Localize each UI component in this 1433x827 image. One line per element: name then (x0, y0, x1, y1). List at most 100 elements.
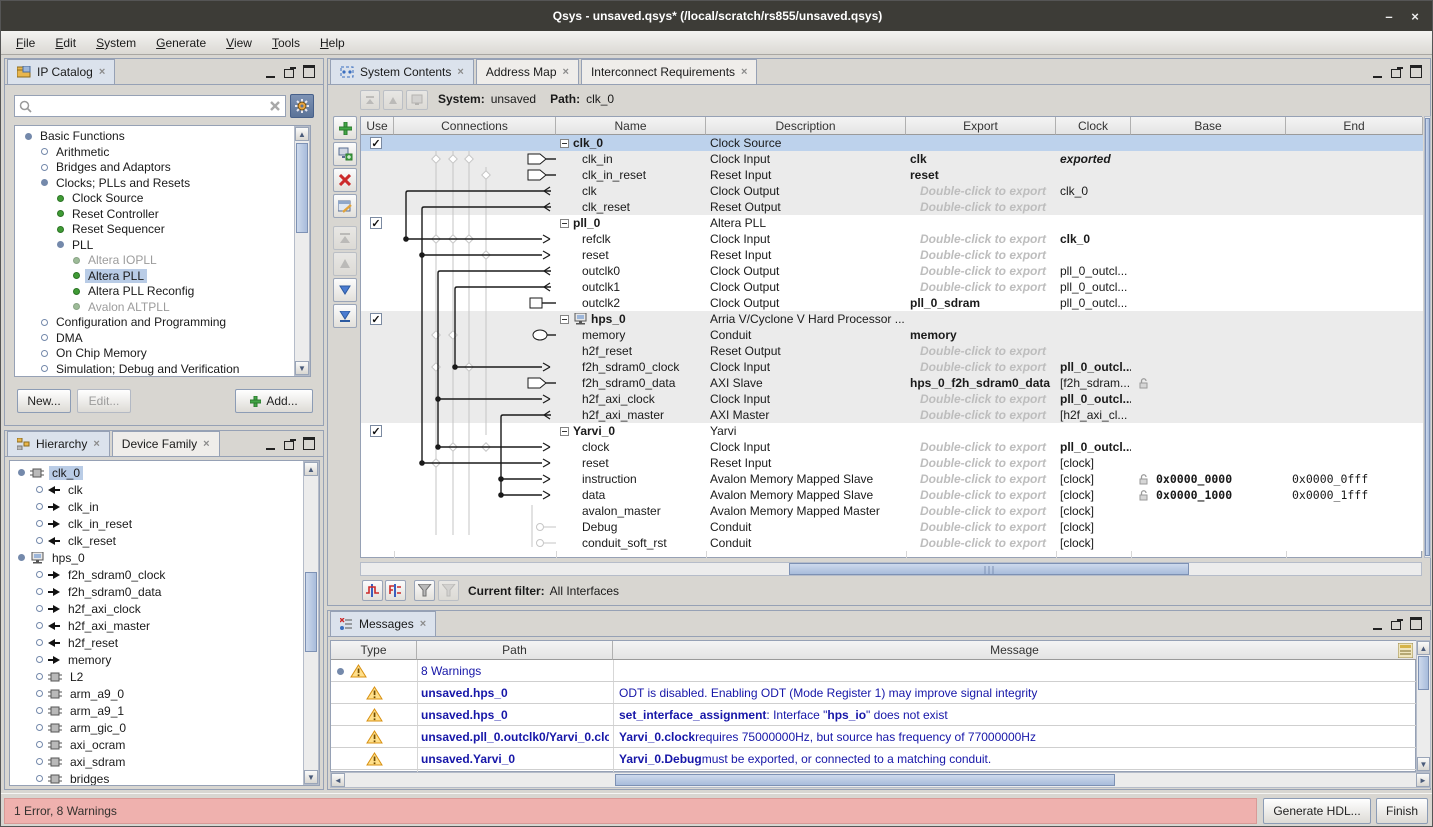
collapse-system-button[interactable] (360, 90, 380, 110)
base-cell[interactable] (1139, 151, 1286, 167)
ip-tree-item-pll[interactable]: PLL (17, 237, 293, 253)
collapse-icon[interactable] (560, 315, 569, 324)
panel-minimize-icon[interactable] (1372, 67, 1384, 78)
move-top-button[interactable] (333, 226, 357, 250)
message-row[interactable]: unsaved.hps_0set_interface_assignment: I… (331, 704, 1417, 726)
menu-help[interactable]: Help (311, 34, 354, 52)
tab-close-icon[interactable]: × (457, 66, 463, 78)
base-cell[interactable] (1139, 535, 1286, 551)
scroll-down-icon[interactable]: ▼ (295, 361, 309, 375)
scroll-up-icon[interactable]: ▲ (295, 127, 309, 141)
scroll-up-icon[interactable]: ▲ (304, 462, 318, 476)
clock-cell[interactable]: pll_0_outcl... (1060, 263, 1131, 279)
messages-hscrollbar[interactable]: ◄ ► (330, 772, 1431, 788)
base-cell[interactable] (1139, 279, 1286, 295)
ip-settings-button[interactable] (290, 94, 314, 118)
ip-tree-item-basic-functions[interactable]: Basic Functions (17, 128, 293, 144)
hierarchy-item-bridges[interactable]: bridges (14, 770, 302, 786)
clock-cell[interactable]: [clock] (1060, 487, 1131, 503)
base-cell[interactable] (1139, 423, 1286, 439)
ip-tree-item-configuration-and-programming[interactable]: Configuration and Programming (17, 314, 293, 330)
panel-maximize-icon[interactable] (1410, 619, 1422, 630)
base-cell[interactable] (1139, 503, 1286, 519)
tree-expander-icon[interactable] (36, 486, 43, 493)
clock-cell[interactable]: [clock] (1060, 455, 1131, 471)
export-cell[interactable]: reset (910, 167, 1056, 183)
export-cell[interactable]: Double-click to export (910, 503, 1056, 519)
clock-cell[interactable]: [clock] (1060, 471, 1131, 487)
panel-maximize-icon[interactable] (303, 439, 315, 450)
hierarchy-item-h2f_reset[interactable]: h2f_reset (14, 634, 302, 651)
base-cell[interactable] (1139, 311, 1286, 327)
clock-cell[interactable]: pll_0_outcl... (1060, 391, 1131, 407)
base-cell[interactable]: 0x0000_1000 (1139, 487, 1286, 503)
minimize-icon[interactable]: – (1378, 5, 1400, 27)
tab-close-icon[interactable]: × (420, 618, 426, 630)
tab-close-icon[interactable]: × (93, 438, 99, 450)
tab-device-family[interactable]: Device Family × (112, 431, 220, 456)
tab-address-map[interactable]: Address Map × (476, 59, 579, 84)
clock-cell[interactable] (1060, 199, 1131, 215)
panel-float-icon[interactable] (1391, 67, 1403, 78)
clock-cell[interactable] (1060, 135, 1131, 151)
base-cell[interactable] (1139, 407, 1286, 423)
clock-cell[interactable]: [clock] (1060, 519, 1131, 535)
ip-tree-scrollbar[interactable]: ▲ ▼ (294, 126, 310, 376)
ip-tree-item-avalon-altpll[interactable]: Avalon ALTPLL (17, 299, 293, 315)
tab-ip-catalog[interactable]: IP Catalog × (7, 59, 115, 84)
new-button[interactable]: New... (17, 389, 71, 413)
base-cell[interactable] (1139, 391, 1286, 407)
base-cell[interactable] (1139, 519, 1286, 535)
message-row[interactable]: unsaved.hps_0ODT is disabled. Enabling O… (331, 682, 1417, 704)
export-cell[interactable]: Double-click to export (910, 343, 1056, 359)
filter-icon[interactable] (414, 580, 435, 601)
hierarchy-item-arm_a9_1[interactable]: arm_a9_1 (14, 702, 302, 719)
export-cell[interactable]: Double-click to export (910, 407, 1056, 423)
clock-cell[interactable] (1060, 167, 1131, 183)
tab-messages[interactable]: Messages × (330, 611, 436, 636)
ip-tree-item-clocks-plls-and-resets[interactable]: Clocks; PLLs and Resets (17, 175, 293, 191)
tree-expander-icon[interactable] (41, 350, 48, 357)
add-button[interactable]: Add... (235, 389, 313, 413)
column-header-use[interactable]: Use (361, 117, 394, 135)
clear-search-icon[interactable] (269, 100, 281, 112)
export-cell[interactable]: Double-click to export (910, 535, 1056, 551)
hierarchy-item-arm_gic_0[interactable]: arm_gic_0 (14, 719, 302, 736)
export-cell[interactable]: Double-click to export (910, 487, 1056, 503)
close-icon[interactable]: × (1404, 5, 1426, 27)
column-header-description[interactable]: Description (706, 117, 906, 135)
base-cell[interactable] (1139, 199, 1286, 215)
menu-edit[interactable]: Edit (46, 34, 85, 52)
move-up-button[interactable] (333, 252, 357, 276)
tree-expander-icon[interactable] (41, 365, 48, 372)
column-header-base[interactable]: Base (1131, 117, 1286, 135)
base-cell[interactable] (1139, 359, 1286, 375)
message-column-message[interactable]: Message (613, 641, 1417, 660)
base-cell[interactable] (1139, 247, 1286, 263)
scrollbar-thumb[interactable] (296, 143, 308, 233)
panel-maximize-icon[interactable] (303, 67, 315, 78)
clock-cell[interactable]: [clock] (1060, 535, 1131, 551)
base-cell[interactable] (1139, 135, 1286, 151)
column-settings-icon[interactable] (1398, 643, 1413, 658)
clock-cell[interactable]: clk_0 (1060, 183, 1131, 199)
tab-close-icon[interactable]: × (99, 66, 105, 78)
hierarchy-item-axi_sdram[interactable]: axi_sdram (14, 753, 302, 770)
hierarchy-item-hps_0[interactable]: hps_0 (14, 549, 302, 566)
remove-component-button[interactable] (333, 168, 357, 192)
tree-expander-icon[interactable] (36, 622, 43, 629)
tree-expander-icon[interactable] (36, 775, 43, 782)
tab-system-contents[interactable]: System Contents × (330, 59, 474, 84)
export-cell[interactable]: Double-click to export (910, 359, 1056, 375)
tree-expander-icon[interactable] (18, 554, 25, 561)
export-cell[interactable]: Double-click to export (910, 263, 1056, 279)
hierarchy-scrollbar[interactable]: ▲ ▼ (303, 461, 319, 785)
frequency-icon[interactable] (385, 580, 406, 601)
tab-close-icon[interactable]: × (563, 66, 569, 78)
clock-cell[interactable]: [h2f_axi_cl... (1060, 407, 1131, 423)
ip-tree-item-altera-iopll[interactable]: Altera IOPLL (17, 252, 293, 268)
base-cell[interactable] (1139, 183, 1286, 199)
hierarchy-item-clk_in[interactable]: clk_in (14, 498, 302, 515)
tree-expander-icon[interactable] (36, 520, 43, 527)
scrollbar-thumb[interactable] (305, 572, 317, 652)
